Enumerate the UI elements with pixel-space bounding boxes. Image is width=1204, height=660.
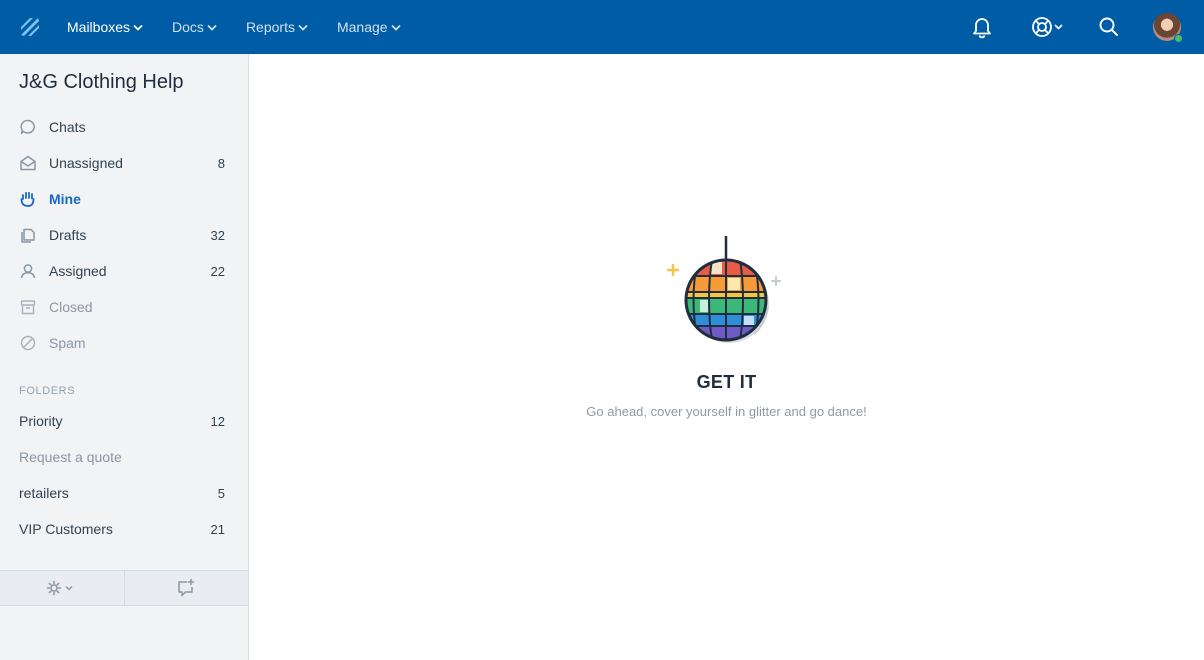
sidebar: J&G Clothing Help Chats Unassigned 8 Min… — [0, 54, 249, 660]
hand-icon — [19, 190, 37, 208]
nav-mailboxes-label: Mailboxes — [67, 19, 131, 35]
bell-icon[interactable] — [971, 15, 993, 39]
folder-label: retailers — [19, 485, 69, 501]
main-nav: Mailboxes Docs Reports Manage — [67, 0, 430, 54]
sidebar-item-unassigned[interactable]: Unassigned 8 — [0, 145, 248, 181]
person-icon — [19, 262, 37, 280]
chat-bubble-icon — [19, 118, 37, 136]
sidebar-item-drafts[interactable]: Drafts 32 — [0, 217, 248, 253]
logo-icon[interactable] — [18, 15, 42, 39]
folder-label: VIP Customers — [19, 521, 113, 537]
empty-state-subtitle-text: Go ahead, cover yourself in glitter and … — [586, 404, 867, 419]
sidebar-item-count: 22 — [210, 263, 225, 279]
nav-docs-label: Docs — [172, 19, 204, 35]
folder-count: 21 — [210, 521, 225, 537]
top-bar: Mailboxes Docs Reports Manage — [0, 0, 1204, 54]
folder-vip-customers[interactable]: VIP Customers 21 — [0, 511, 248, 547]
block-icon — [19, 334, 37, 352]
archive-icon — [19, 298, 37, 316]
sidebar-item-assigned[interactable]: Assigned 22 — [0, 253, 248, 289]
folder-label: Request a quote — [19, 449, 122, 465]
sidebar-item-label: Drafts — [49, 227, 87, 243]
empty-state-title: GET IT — [0, 372, 1204, 393]
empty-state-title-text: GET IT — [696, 372, 757, 392]
nav-reports-label: Reports — [245, 19, 295, 35]
chevron-down-icon — [133, 24, 143, 31]
sidebar-footer — [0, 570, 248, 606]
sidebar-item-chats[interactable]: Chats — [0, 109, 248, 145]
lifebuoy-icon[interactable] — [1031, 15, 1065, 39]
online-status-dot — [1174, 34, 1183, 43]
sidebar-item-count: 32 — [210, 227, 225, 243]
sidebar-item-label: Closed — [49, 299, 93, 315]
mailbox-settings-button[interactable] — [0, 571, 125, 605]
new-conversation-icon — [178, 578, 195, 597]
drafts-icon — [19, 226, 37, 244]
sidebar-item-label: Assigned — [49, 263, 107, 279]
chevron-down-icon — [390, 24, 401, 31]
disco-ball-icon — [666, 236, 781, 343]
folder-count: 5 — [217, 485, 225, 501]
mailbox-title[interactable]: J&G Clothing Help — [19, 71, 184, 94]
chevron-down-icon — [207, 24, 217, 31]
chevron-down-icon — [298, 24, 308, 31]
nav-manage[interactable]: Manage — [337, 0, 401, 54]
sidebar-item-spam[interactable]: Spam — [0, 325, 248, 361]
nav-mailboxes[interactable]: Mailboxes — [67, 0, 143, 54]
folders-list: Priority 12 Request a quote retailers 5 … — [0, 403, 248, 547]
search-icon[interactable] — [1098, 15, 1120, 39]
sidebar-item-label: Spam — [49, 335, 86, 351]
sidebar-item-mine[interactable]: Mine — [0, 181, 248, 217]
nav-reports[interactable]: Reports — [246, 0, 308, 54]
nav-docs[interactable]: Docs — [172, 0, 217, 54]
sidebar-item-label: Chats — [49, 119, 86, 135]
sidebar-item-count: 8 — [217, 155, 225, 171]
nav-manage-label: Manage — [336, 19, 388, 35]
sidebar-item-closed[interactable]: Closed — [0, 289, 248, 325]
envelope-open-icon — [19, 154, 37, 172]
sidebar-item-label: Unassigned — [49, 155, 123, 171]
folder-retailers[interactable]: retailers 5 — [0, 475, 248, 511]
empty-state-subtitle: Go ahead, cover yourself in glitter and … — [0, 404, 1204, 419]
sidebar-menu: Chats Unassigned 8 Mine Drafts 32 Assign… — [0, 109, 248, 361]
gear-icon — [46, 580, 73, 596]
new-conversation-button[interactable] — [125, 571, 249, 605]
sidebar-item-label: Mine — [49, 191, 81, 207]
folder-request-a-quote[interactable]: Request a quote — [0, 439, 248, 475]
